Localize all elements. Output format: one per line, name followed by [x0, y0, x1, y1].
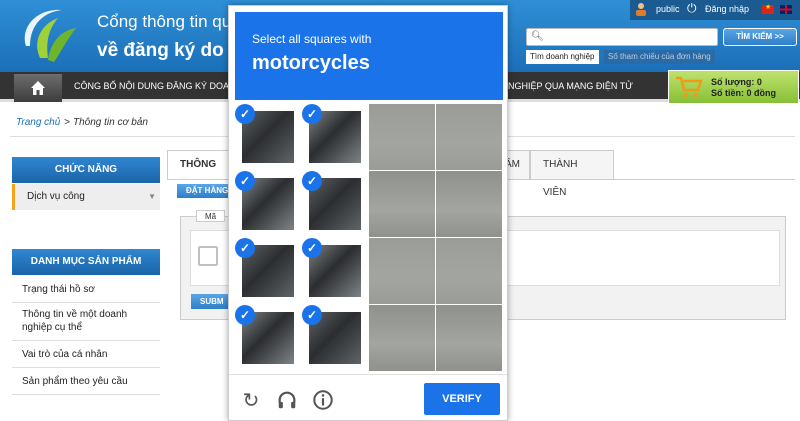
checkmark-icon: ✓ [302, 104, 322, 124]
user-icon [636, 3, 646, 16]
power-icon[interactable]: ⏻ [687, 1, 697, 16]
site-title-line2: về đăng ký do [97, 40, 224, 61]
captcha-footer-divider [229, 374, 507, 375]
search-tab-order-ref[interactable]: Số tham chiếu của đơn hàng [604, 50, 715, 64]
caret-down-icon: ▼ [148, 192, 156, 201]
captcha-tile[interactable] [436, 104, 502, 170]
captcha-tile-image [369, 171, 435, 237]
captcha-tile-image [436, 305, 502, 371]
checkmark-icon: ✓ [235, 171, 255, 191]
sidebar-item-public-service[interactable]: Dịch vụ công ▼ [12, 184, 160, 210]
checkmark-icon: ✓ [235, 238, 255, 258]
nav-home[interactable] [14, 74, 62, 102]
captcha-tile-image [369, 104, 435, 170]
login-link[interactable]: Đăng nhập [705, 4, 749, 14]
captcha-tile[interactable]: ✓ [302, 305, 368, 371]
search-input[interactable]: 🔍︎ [526, 28, 718, 46]
captcha-dialog: Select all squares with motorcycles ✓ ✓ ✓ ✓… [228, 5, 508, 421]
checkmark-icon: ✓ [235, 305, 255, 325]
sidebar-functions-title: CHỨC NĂNG [12, 157, 160, 183]
flag-en-icon[interactable] [780, 5, 792, 14]
checkmark-icon: ✓ [302, 171, 322, 191]
captcha-tile[interactable] [369, 171, 435, 237]
captcha-tile[interactable]: ✓ [235, 238, 301, 304]
captcha-tile-image [369, 238, 435, 304]
cart-amount: Số tiền: 0 đồng [711, 88, 776, 98]
submit-button[interactable]: SUBM [191, 294, 233, 309]
recaptcha-checkbox[interactable] [198, 246, 218, 266]
current-user[interactable]: public [656, 4, 680, 14]
captcha-tile[interactable]: ✓ [302, 171, 368, 237]
tab-members[interactable]: THÀNH VIÊN [530, 150, 614, 198]
checkmark-icon: ✓ [302, 305, 322, 325]
sidebar-item-status[interactable]: Trạng thái hồ sơ [12, 276, 160, 303]
breadcrumb-home[interactable]: Trang chủ [16, 117, 60, 128]
verify-button[interactable]: VERIFY [424, 383, 500, 415]
captcha-tile-image [436, 238, 502, 304]
sidebar-item-business-info[interactable]: Thông tin về một doanh nghiệp cụ thể [12, 303, 160, 341]
fieldset-label: Mã [196, 210, 226, 222]
captcha-tile[interactable] [369, 238, 435, 304]
captcha-tile-image [369, 305, 435, 371]
nav-item-publish[interactable]: CÔNG BỐ NỘI DUNG ĐĂNG KÝ DOA [74, 81, 229, 91]
captcha-tile[interactable] [369, 305, 435, 371]
checkmark-icon: ✓ [235, 104, 255, 124]
nav-item-online-registration[interactable]: NGHIỆP QUA MẠNG ĐIỆN TỬ [508, 81, 633, 91]
sidebar-item-individual-role[interactable]: Vai trò của cá nhân [12, 341, 160, 368]
captcha-tile[interactable]: ✓ [235, 104, 301, 170]
breadcrumb-current: Thông tin cơ bản [73, 117, 148, 128]
captcha-tile-image [436, 171, 502, 237]
shopping-cart[interactable]: Số lượng: 0 Số tiền: 0 đồng [668, 70, 799, 104]
cart-icon [676, 76, 703, 98]
captcha-tile[interactable]: ✓ [235, 171, 301, 237]
info-icon[interactable] [311, 389, 335, 413]
captcha-tile[interactable]: ✓ [302, 238, 368, 304]
captcha-target: motorcycles [252, 52, 370, 74]
captcha-tile[interactable]: ✓ [302, 104, 368, 170]
reload-icon[interactable]: ↻ [239, 389, 263, 413]
captcha-grid: ✓ ✓ ✓ ✓ ✓ ✓ ✓ ✓ [235, 104, 503, 372]
site-title-line1: Cổng thông tin qu [97, 12, 232, 31]
checkmark-icon: ✓ [302, 238, 322, 258]
search-button[interactable]: TÌM KIẾM >> [723, 28, 797, 46]
captcha-tile[interactable] [369, 104, 435, 170]
sidebar-products-title: DANH MỤC SẢN PHẨM [12, 249, 160, 275]
cart-quantity: Số lượng: 0 [711, 77, 762, 87]
flag-vn-icon[interactable] [762, 3, 774, 14]
captcha-tile[interactable]: ✓ [235, 305, 301, 371]
sidebar-item-label: Dịch vụ công [27, 191, 85, 202]
search-icon: 🔍︎ [531, 31, 544, 42]
breadcrumb-separator: > [64, 117, 70, 128]
captcha-instruction: Select all squares with [252, 32, 372, 46]
top-user-bar: public ⏻ Đăng nhập [630, 0, 800, 20]
leaf-logo-icon [24, 9, 76, 62]
headphones-icon[interactable] [275, 389, 299, 413]
captcha-tile-image [436, 104, 502, 170]
captcha-tile[interactable] [436, 171, 502, 237]
captcha-header: Select all squares with motorcycles [235, 12, 503, 100]
tab-basic-info[interactable]: THÔNG TI [167, 150, 233, 198]
captcha-tile[interactable] [436, 238, 502, 304]
home-icon [31, 81, 45, 95]
sidebar-item-custom-product[interactable]: Sản phẩm theo yêu cầu [12, 368, 160, 395]
search-tab-business[interactable]: Tìm doanh nghiệp [526, 50, 599, 64]
captcha-tile[interactable] [436, 305, 502, 371]
